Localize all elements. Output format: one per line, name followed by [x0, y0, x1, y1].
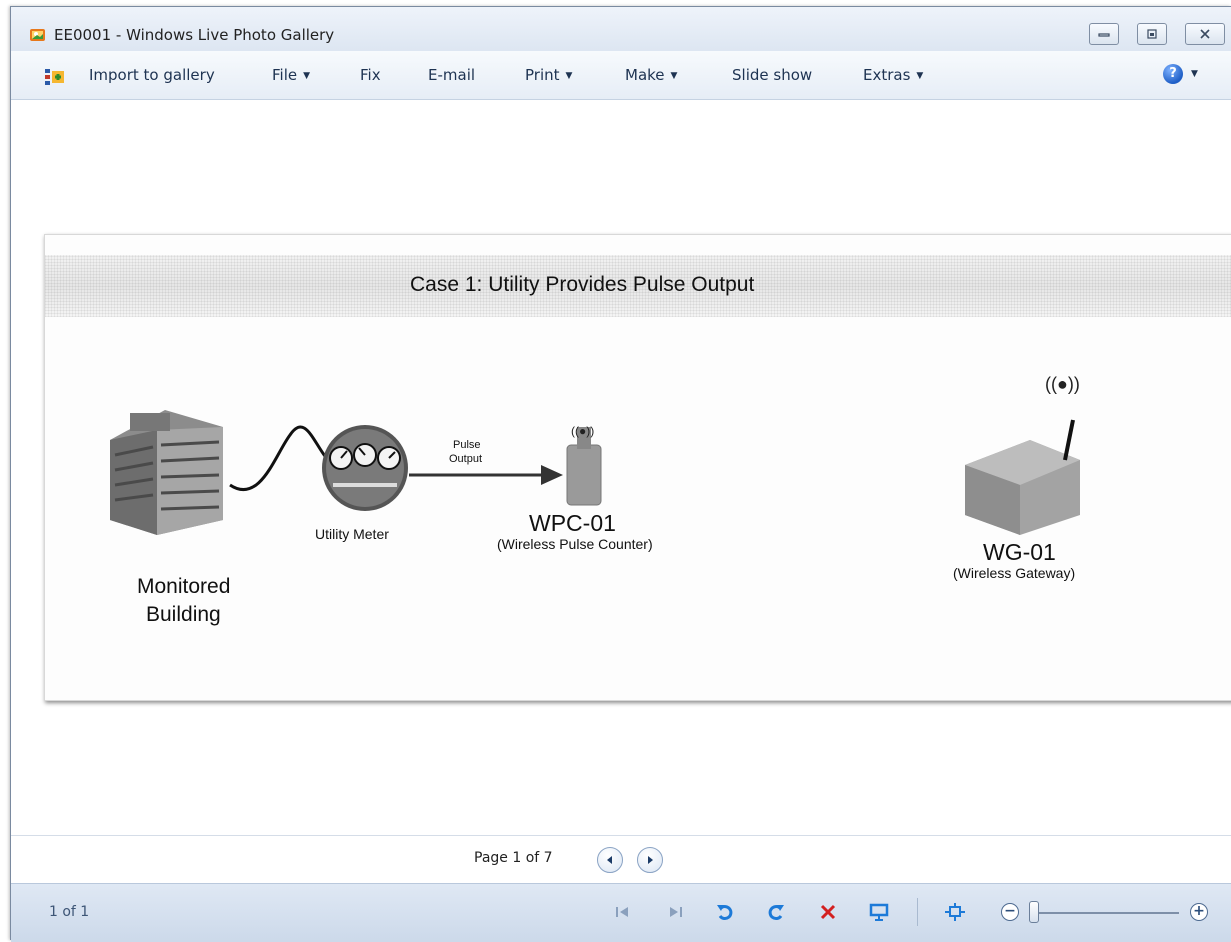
pulse-label-line1: Pulse — [453, 439, 481, 451]
status-bar: 1 of 1 − + — [11, 883, 1231, 942]
meter-label: Utility Meter — [315, 526, 389, 542]
previous-page-button[interactable] — [597, 847, 623, 873]
first-button[interactable] — [611, 901, 633, 923]
close-icon — [1200, 29, 1210, 39]
wireless-gateway-icon: ((●)) — [965, 374, 1080, 535]
toolbar-separator — [917, 898, 918, 926]
fix-menu-item[interactable]: Fix — [360, 66, 381, 84]
help-icon[interactable]: ? — [1163, 64, 1183, 84]
close-button[interactable] — [1185, 23, 1225, 45]
rotate-clockwise-icon — [768, 905, 784, 921]
arrow-right-icon — [648, 856, 653, 864]
rotate-right-button[interactable] — [765, 901, 787, 923]
page-navigation-bar: Page 1 of 7 — [11, 835, 1231, 884]
slideshow-icon — [869, 903, 889, 921]
import-menu-item[interactable]: Import to gallery — [89, 66, 215, 84]
print-menu-label: Print — [525, 66, 560, 84]
menu-bar: Import to gallery File ▼ Fix E-mail Print… — [11, 51, 1231, 100]
file-menu[interactable]: File ▼ — [272, 66, 310, 84]
minimize-icon — [1098, 33, 1110, 37]
photo-gallery-icon — [30, 29, 45, 41]
utility-meter-icon — [322, 425, 408, 511]
building-label-line1: Monitored — [137, 575, 231, 598]
photo-viewer: Case 1: Utility Provides Pulse Output ((… — [11, 100, 1231, 835]
rotate-counterclockwise-icon — [717, 905, 733, 921]
svg-text:((●)): ((●)) — [1045, 374, 1080, 394]
fit-to-window-button[interactable] — [944, 901, 966, 923]
diagram-graphics: ((●)) ((●)) — [110, 374, 1080, 535]
maximize-icon — [1147, 29, 1157, 39]
maximize-button[interactable] — [1137, 23, 1167, 45]
print-menu[interactable]: Print ▼ — [525, 66, 572, 84]
import-icon — [45, 69, 64, 85]
photo-image: Case 1: Utility Provides Pulse Output ((… — [44, 234, 1231, 701]
delete-button[interactable] — [817, 901, 839, 923]
next-page-button[interactable] — [637, 847, 663, 873]
zoom-slider-track[interactable] — [1039, 912, 1179, 914]
first-icon — [616, 907, 628, 917]
wg-name: WG-01 — [983, 539, 1056, 565]
last-button[interactable] — [665, 901, 687, 923]
title-bar: EE0001 - Windows Live Photo Gallery — [11, 7, 1231, 51]
svg-text:((●)): ((●)) — [571, 424, 594, 438]
extras-menu[interactable]: Extras ▼ — [863, 66, 923, 84]
wpc-description: (Wireless Pulse Counter) — [497, 536, 653, 552]
chevron-down-icon: ▼ — [565, 71, 573, 81]
rotate-left-button[interactable] — [714, 901, 736, 923]
chevron-down-icon[interactable]: ▼ — [1191, 69, 1198, 79]
file-menu-label: File — [272, 66, 298, 84]
pulse-counter-icon: ((●)) — [566, 424, 602, 506]
arrow-left-icon — [607, 856, 612, 864]
item-count: 1 of 1 — [49, 904, 90, 920]
page-indicator: Page 1 of 7 — [474, 850, 553, 866]
photo-gallery-window: EE0001 - Windows Live Photo Gallery Impo… — [10, 6, 1231, 942]
zoom-slider-thumb[interactable] — [1029, 901, 1039, 923]
building-label-line2: Building — [146, 603, 221, 626]
extras-menu-label: Extras — [863, 66, 911, 84]
chevron-down-icon: ▼ — [303, 71, 311, 81]
chevron-down-icon: ▼ — [670, 71, 678, 81]
wg-description: (Wireless Gateway) — [953, 565, 1076, 581]
email-menu-item[interactable]: E-mail — [428, 66, 475, 84]
wpc-name: WPC-01 — [529, 510, 616, 536]
slideshow-menu-item[interactable]: Slide show — [732, 66, 812, 84]
arrowhead — [541, 465, 563, 485]
make-menu[interactable]: Make ▼ — [625, 66, 677, 84]
pulse-label-line2: Output — [449, 453, 483, 465]
slideshow-button[interactable] — [868, 901, 890, 923]
fit-to-window-icon — [945, 903, 965, 921]
delete-icon — [820, 904, 836, 920]
make-menu-label: Make — [625, 66, 665, 84]
cable-line — [229, 425, 335, 492]
zoom-in-icon[interactable]: + — [1190, 903, 1208, 921]
last-icon — [670, 907, 682, 917]
building-icon — [110, 410, 223, 535]
window-title: EE0001 - Windows Live Photo Gallery — [54, 26, 335, 44]
zoom-out-icon[interactable]: − — [1001, 903, 1019, 921]
minimize-button[interactable] — [1089, 23, 1119, 45]
chevron-down-icon: ▼ — [916, 71, 924, 81]
